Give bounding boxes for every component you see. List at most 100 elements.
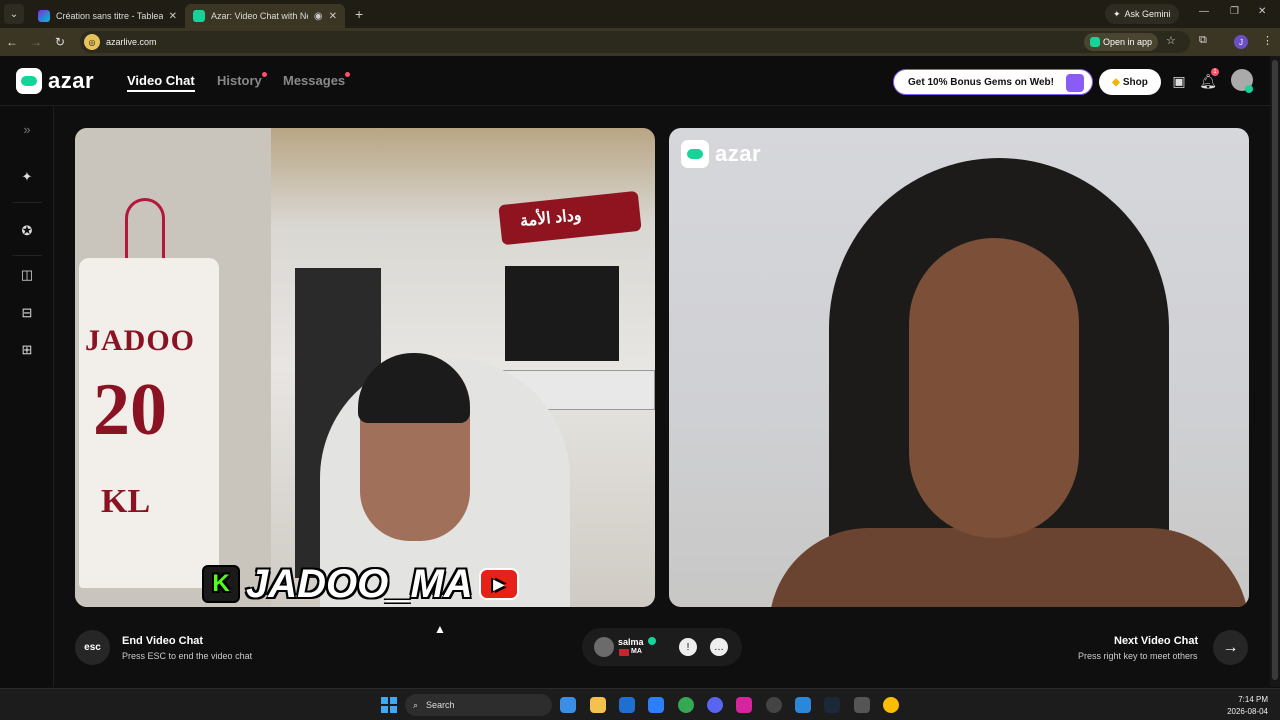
browser-profile-avatar[interactable]: J [1234,35,1248,49]
ask-gemini-button[interactable]: ✦ Ask Gemini [1105,4,1179,24]
restore-icon[interactable]: ❐ [1230,6,1239,17]
watermark-text: azar [715,141,762,166]
site-info-icon[interactable]: ◎ [84,34,100,50]
verified-icon [648,637,656,645]
ask-gemini-label: Ask Gemini [1124,9,1171,19]
streamer-overlay: K JADOO_MA ▶ [202,560,519,607]
file-explorer-icon[interactable] [590,697,606,713]
tab-title: Azar: Video Chat with New [211,11,308,21]
online-status-dot [1245,85,1253,93]
system-clock[interactable]: 7:14 PM 2026-08-04 [1222,694,1268,718]
expand-sidebar-icon[interactable]: » [17,119,37,139]
close-tab-icon[interactable]: ✕ [329,11,337,22]
sticker-icon[interactable]: ✪ [17,221,37,241]
instagram-icon[interactable] [736,697,752,713]
azar-logo-icon [16,68,42,94]
tab-azar[interactable]: Azar: Video Chat with New ◉ ✕ [185,4,345,28]
gift-icon [1066,74,1084,92]
canva-icon [38,10,50,22]
bookmark-star-icon[interactable]: ☆ [1166,34,1176,47]
next-chat-hint: Press right key to meet others [1078,651,1198,661]
nav-messages[interactable]: Messages [283,73,345,88]
kick-icon: K [202,565,240,603]
nav-history[interactable]: History [217,73,262,88]
partner-shoulder [769,528,1249,607]
history-unread-dot [262,72,267,77]
chat-bubble-icon[interactable]: … [710,638,728,656]
monitor-app-icon[interactable] [854,697,870,713]
next-chat-title: Next Video Chat [1114,635,1199,647]
layout-stacked-icon[interactable]: ⊟ [17,303,37,323]
steam-icon[interactable] [824,697,840,713]
open-in-app-button[interactable]: Open in app [1084,33,1159,51]
azar-watermark: azar [681,140,761,168]
report-icon[interactable]: ! [679,638,697,656]
azar-tab-icon [193,10,205,22]
azar-logo[interactable]: azar [16,68,94,94]
promo-text: Get 10% Bonus Gems on Web! [908,76,1054,88]
store-icon[interactable] [648,697,664,713]
magic-wand-icon[interactable]: ✦ [17,167,37,187]
back-icon[interactable]: ← [0,35,24,49]
chrome-active-icon[interactable] [883,697,899,713]
azar-watermark-icon [681,140,709,168]
discord-icon[interactable] [707,697,723,713]
url-field[interactable]: ◎ azarlive.com [80,31,1190,53]
profile-initial: J [1239,37,1243,47]
photos-icon[interactable] [795,697,811,713]
bonus-gems-promo[interactable]: Get 10% Bonus Gems on Web! [893,69,1093,95]
close-tab-icon[interactable]: ✕ [169,11,177,22]
windows-start-icon[interactable] [381,697,397,713]
shop-button[interactable]: ◆ Shop [1099,69,1161,95]
mail-icon[interactable] [619,697,635,713]
morocco-flag-icon [619,649,629,656]
clock-time: 7:14 PM [1238,695,1268,704]
clock-date: 2026-08-04 [1227,707,1268,716]
new-tab-button[interactable]: + [355,6,363,22]
left-sidebar: » ✦ ✪ ◫ ⊟ ⊞ [0,107,54,687]
partner-info-pill: salma MA ! … [582,628,742,666]
layout-side-by-side-icon[interactable]: ◫ [17,265,37,285]
arrow-right-icon: → [1222,638,1239,656]
windows-taskbar: ⌕ Search 7:14 PM 2026-08-04 [0,688,1280,720]
widgets-icon[interactable] [560,697,576,713]
close-window-icon[interactable]: ✕ [1258,6,1266,17]
obs-icon[interactable] [766,697,782,713]
partner-name: salma [618,637,644,647]
reload-icon[interactable]: ↻ [48,35,72,49]
youtube-icon: ▶ [478,568,519,600]
url-text: azarlive.com [106,37,157,47]
tab-creation[interactable]: Création sans titre - Tableau bla ✕ [30,4,185,28]
inbox-icon[interactable]: ▣ [1170,73,1188,91]
page-scrollbar[interactable] [1270,56,1280,687]
end-chat-button[interactable]: esc [75,630,110,665]
minimize-icon[interactable]: — [1199,6,1209,17]
partner-avatar[interactable] [594,637,614,657]
open-in-app-label: Open in app [1103,37,1153,47]
streamer-name: JADOO_MA [246,561,473,606]
layout-pip-icon[interactable]: ⊞ [17,340,37,360]
chrome-icon[interactable] [678,697,694,713]
mouse-cursor-icon: ▲ [434,622,446,636]
end-chat-hint: Press ESC to end the video chat [122,651,253,661]
self-video: JADOO 20 KL وداد الأمة K JADOO_MA ▶ [75,128,655,607]
browser-tab-bar: ⌄ Création sans titre - Tableau bla ✕ Az… [0,0,1280,28]
azar-app-icon [1090,37,1100,47]
recording-icon: ◉ [313,10,323,22]
divider [12,202,42,203]
divider [12,255,42,256]
next-chat-button[interactable]: → [1213,630,1248,665]
end-chat-title: End Video Chat [122,635,204,647]
jersey-name: JADOO [85,324,195,357]
browser-menu-icon[interactable]: ⋮ [1262,34,1273,47]
search-label: Search [426,700,455,710]
scarf-text: وداد الأمة [519,206,583,231]
tab-search-menu[interactable]: ⌄ [4,4,24,24]
logo-text: azar [48,68,95,93]
taskbar-search[interactable]: ⌕ Search [405,694,552,716]
extensions-icon[interactable]: ⧉ [1199,34,1207,47]
forward-icon[interactable]: → [24,35,48,49]
tab-title: Création sans titre - Tableau bla [56,11,163,21]
nav-video-chat[interactable]: Video Chat [127,73,195,92]
messages-unread-dot [345,72,350,77]
